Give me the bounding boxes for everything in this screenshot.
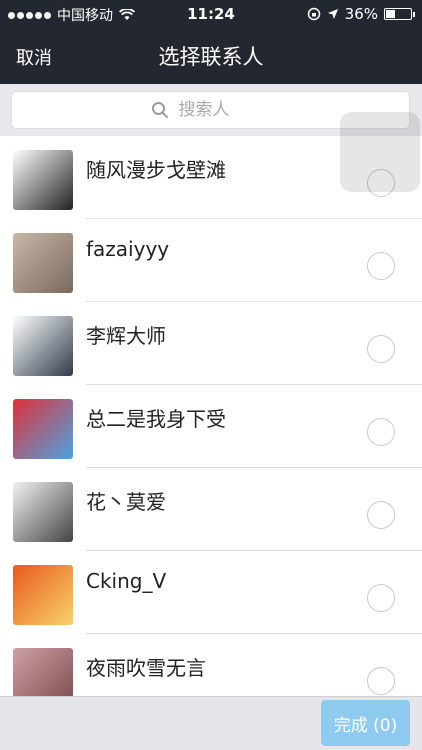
- bottom-bar: 完成 (0): [0, 696, 422, 750]
- navigation-bar: 取消 选择联系人: [0, 28, 422, 84]
- status-right: 36%: [307, 5, 415, 23]
- select-radio[interactable]: [367, 667, 395, 695]
- avatar: [13, 399, 73, 459]
- page-title: 选择联系人: [158, 45, 264, 69]
- select-radio[interactable]: [367, 335, 395, 363]
- status-bar: 中国移动 11:24 36%: [0, 0, 422, 28]
- contact-name: 李辉大师: [86, 324, 166, 348]
- contact-name: 花丶莫爱: [86, 490, 166, 514]
- select-radio[interactable]: [367, 501, 395, 529]
- avatar: [13, 316, 73, 376]
- avatar: [13, 565, 73, 625]
- avatar: [13, 233, 73, 293]
- select-radio[interactable]: [367, 252, 395, 280]
- touch-overlay: [340, 112, 420, 192]
- contact-name: Cking_V: [86, 569, 167, 593]
- contact-name: 夜雨吹雪无言: [86, 656, 206, 680]
- select-radio[interactable]: [367, 584, 395, 612]
- search-icon: [151, 102, 168, 118]
- select-radio[interactable]: [367, 418, 395, 446]
- contact-row[interactable]: 花丶莫爱: [0, 468, 422, 551]
- contact-row[interactable]: 夜雨吹雪无言: [0, 634, 422, 696]
- contact-name: 总二是我身下受: [86, 407, 226, 431]
- battery-percent: 36%: [344, 5, 378, 23]
- contact-row[interactable]: fazaiyyy: [0, 219, 422, 302]
- search-input[interactable]: [176, 99, 271, 121]
- avatar: [13, 648, 73, 696]
- contact-name: 随风漫步戈壁滩: [86, 158, 226, 182]
- location-arrow-icon: [327, 9, 338, 19]
- contact-row[interactable]: 李辉大师: [0, 302, 422, 385]
- battery-icon: [384, 8, 415, 20]
- avatar: [13, 482, 73, 542]
- contact-row[interactable]: 总二是我身下受: [0, 385, 422, 468]
- battery-fill: [386, 10, 396, 18]
- rotation-lock-icon: [307, 7, 320, 21]
- contact-name: fazaiyyy: [86, 237, 170, 261]
- done-button[interactable]: 完成 (0): [321, 700, 410, 746]
- contact-row[interactable]: Cking_V: [0, 551, 422, 634]
- avatar: [13, 150, 73, 210]
- contact-list: 随风漫步戈壁滩 fazaiyyy 李辉大师总二是我身下受 花丶莫爱 Cking_V 夜雨吹…: [0, 136, 422, 696]
